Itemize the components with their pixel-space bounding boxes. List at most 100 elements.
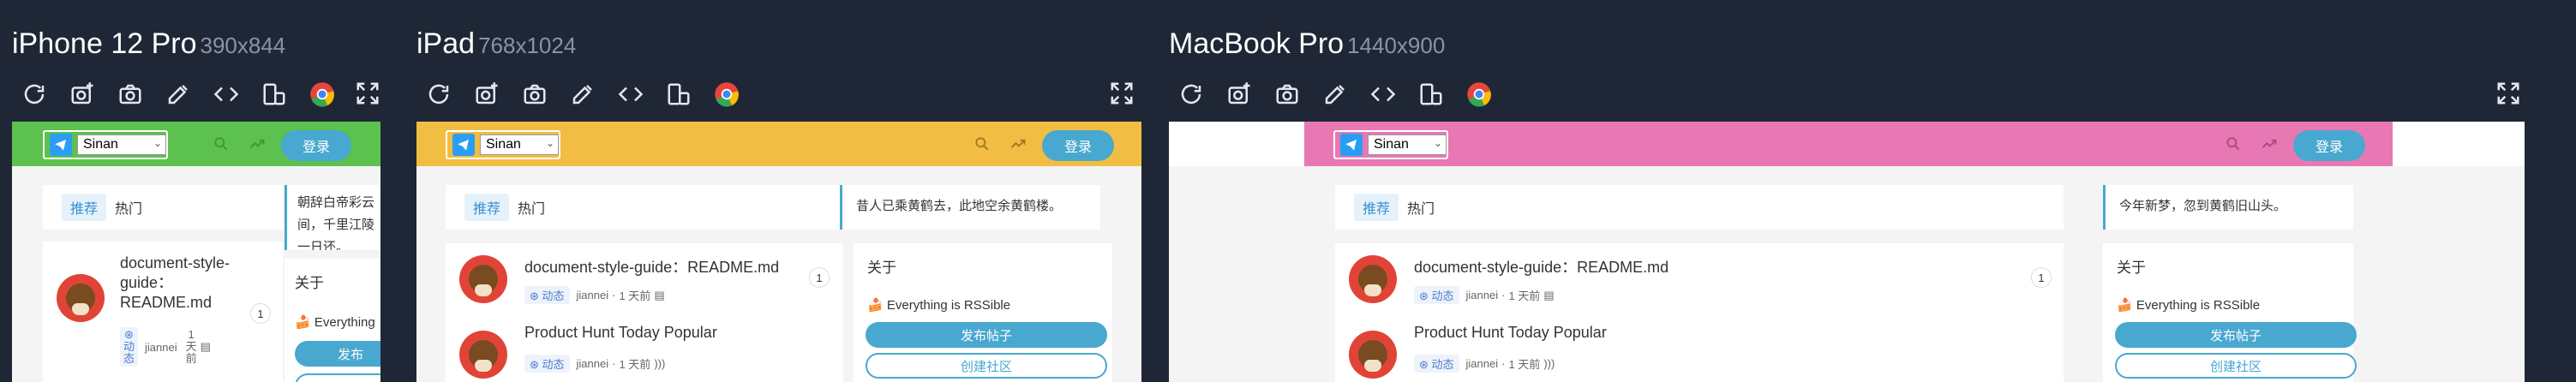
rotate-device-icon[interactable] bbox=[1417, 81, 1445, 108]
post-author[interactable]: jiannei bbox=[577, 289, 609, 301]
device-title: iPad 768x1024 bbox=[416, 27, 576, 61]
eyedropper-icon[interactable] bbox=[1321, 81, 1349, 108]
device-size: 390x844 bbox=[200, 33, 286, 58]
device-name: iPhone 12 Pro bbox=[12, 27, 197, 60]
list-item[interactable]: document-style-guide：README.md 1 ⊛ 动态 ji… bbox=[446, 243, 843, 319]
search-icon[interactable] bbox=[973, 135, 992, 154]
create-community-button[interactable]: 创建社区 bbox=[866, 353, 1107, 379]
quote-text: 朝辞白帝彩云间，千里江陵一日还。 bbox=[297, 195, 375, 250]
quote-box: 昔人已乘黄鹤去，此地空余黄鹤楼。 bbox=[840, 185, 1100, 230]
ipad-viewport: Sinan ⌄ 登录 推荐 热门 昔人已乘黄鹤去，此地空余黄鹤楼。 documen… bbox=[416, 122, 1141, 382]
fullscreen-icon[interactable] bbox=[355, 81, 382, 108]
screenshot-plus-icon[interactable] bbox=[473, 81, 500, 108]
post-time: 1 天前 bbox=[1508, 358, 1541, 371]
tab-bar: 推荐 热门 bbox=[1335, 185, 2064, 230]
trending-icon[interactable] bbox=[1009, 135, 1028, 154]
tag-chip[interactable]: ⊛ 动态 bbox=[524, 355, 570, 373]
tab-recommended[interactable]: 推荐 bbox=[62, 194, 107, 221]
reload-icon[interactable] bbox=[21, 81, 48, 108]
trending-icon[interactable] bbox=[2261, 135, 2279, 154]
list-item[interactable]: Product Hunt Today Popular ⊛ 动态 jiannei … bbox=[1335, 319, 2064, 382]
device-name: iPad bbox=[416, 27, 476, 60]
login-button[interactable]: 登录 bbox=[2293, 130, 2365, 161]
create-community-button[interactable] bbox=[295, 373, 380, 382]
publish-button[interactable]: 发布帖子 bbox=[866, 322, 1107, 348]
fullscreen-icon[interactable] bbox=[2495, 81, 2523, 108]
code-icon[interactable] bbox=[213, 81, 240, 108]
tag-chip[interactable]: ⊛ 动态 bbox=[120, 327, 139, 367]
site-header: Sinan ⌄ 登录 bbox=[12, 122, 380, 166]
post-time: 1 天前 bbox=[619, 289, 651, 302]
publish-button[interactable]: 发布 bbox=[295, 341, 380, 367]
post-author[interactable]: jiannei bbox=[577, 357, 609, 370]
post-title[interactable]: Product Hunt Today Popular bbox=[1414, 324, 1607, 342]
post-title[interactable]: document-style-guide：README.md bbox=[1414, 255, 1668, 278]
about-card: 关于 🍰 Everything is RSSible 发布帖子 创建社区 bbox=[854, 243, 1112, 382]
quote-box: 今年新梦，忽到黄鹤旧山头。 bbox=[2103, 185, 2353, 230]
telegram-icon bbox=[1340, 134, 1363, 156]
tag-chip[interactable]: ⊛ 动态 bbox=[1414, 286, 1459, 304]
about-card: 关于 🍰 Everything 发布 bbox=[285, 259, 380, 382]
macbook-viewport: Sinan ⌄ 登录 推荐 热门 今年新梦，忽到黄鹤旧山头。 document-s… bbox=[1169, 122, 2525, 382]
create-community-button[interactable]: 创建社区 bbox=[2115, 353, 2357, 379]
quote-text: 昔人已乘黄鹤去，此地空余黄鹤楼。 bbox=[856, 199, 1063, 213]
camera-icon[interactable] bbox=[1273, 81, 1301, 108]
screenshot-plus-icon[interactable] bbox=[1225, 81, 1253, 108]
rotate-device-icon[interactable] bbox=[665, 81, 692, 108]
code-icon[interactable] bbox=[617, 81, 644, 108]
screenshot-plus-icon[interactable] bbox=[69, 81, 96, 108]
publish-button[interactable]: 发布帖子 bbox=[2115, 322, 2357, 348]
chrome-icon[interactable] bbox=[713, 81, 740, 108]
comment-count: 1 bbox=[250, 303, 271, 324]
reload-icon[interactable] bbox=[425, 81, 452, 108]
camera-icon[interactable] bbox=[117, 81, 144, 108]
camera-icon[interactable] bbox=[521, 81, 548, 108]
avatar bbox=[1349, 255, 1397, 303]
comment-count: 1 bbox=[2031, 267, 2052, 288]
post-author[interactable]: jiannei bbox=[1466, 357, 1499, 370]
source-select-value: Sinan bbox=[1374, 137, 1409, 152]
post-title[interactable]: Product Hunt Today Popular bbox=[524, 324, 717, 342]
code-icon[interactable] bbox=[1369, 81, 1397, 108]
list-item[interactable]: Product Hunt Today Popular ⊛ 动态 jiannei … bbox=[446, 319, 843, 382]
tab-recommended[interactable]: 推荐 bbox=[1354, 194, 1399, 221]
about-title: 关于 bbox=[295, 275, 324, 291]
trending-icon[interactable] bbox=[249, 135, 267, 154]
fullscreen-icon[interactable] bbox=[1109, 81, 1136, 108]
post-title[interactable]: document-style- guide： README.md bbox=[120, 254, 230, 313]
calendar-icon: ▤ bbox=[1543, 288, 1555, 301]
tab-hot[interactable]: 热门 bbox=[518, 197, 545, 218]
tag-chip[interactable]: ⊛ 动态 bbox=[1414, 355, 1459, 373]
login-button[interactable]: 登录 bbox=[281, 130, 351, 161]
device-size: 768x1024 bbox=[478, 33, 577, 58]
avatar bbox=[459, 255, 507, 303]
comment-count: 1 bbox=[809, 267, 830, 288]
login-button[interactable]: 登录 bbox=[1042, 130, 1114, 161]
quote-text: 今年新梦，忽到黄鹤旧山头。 bbox=[2119, 199, 2287, 213]
about-title: 关于 bbox=[867, 260, 896, 276]
search-icon[interactable] bbox=[213, 135, 231, 154]
source-select[interactable]: Sinan ⌄ bbox=[1333, 130, 1448, 159]
post-title[interactable]: document-style-guide：README.md bbox=[524, 255, 779, 278]
rotate-device-icon[interactable] bbox=[261, 81, 288, 108]
chrome-icon[interactable] bbox=[309, 81, 336, 108]
tab-recommended[interactable]: 推荐 bbox=[464, 194, 510, 221]
quote-box: 朝辞白帝彩云间，千里江陵一日还。 bbox=[285, 185, 380, 250]
eyedropper-icon[interactable] bbox=[165, 81, 192, 108]
reload-icon[interactable] bbox=[1177, 81, 1205, 108]
post-meta: ⊛ 动态 jiannei · 1 天前 ))) bbox=[524, 355, 665, 373]
eyedropper-icon[interactable] bbox=[569, 81, 596, 108]
list-item[interactable]: document-style-guide：README.md 1 ⊛ 动态 ji… bbox=[1335, 243, 2064, 319]
tag-chip[interactable]: ⊛ 动态 bbox=[524, 286, 570, 304]
list-item[interactable]: document-style- guide： README.md 1 ⊛ 动态 j… bbox=[43, 242, 283, 382]
post-author[interactable]: jiannei bbox=[145, 341, 177, 354]
post-author[interactable]: jiannei bbox=[1466, 289, 1499, 301]
source-select[interactable]: Sinan ⌄ bbox=[43, 130, 168, 159]
search-icon[interactable] bbox=[2225, 135, 2244, 154]
chrome-icon[interactable] bbox=[1465, 81, 1493, 108]
tab-hot[interactable]: 热门 bbox=[115, 197, 142, 218]
post-list: document-style- guide： README.md 1 ⊛ 动态 j… bbox=[43, 242, 283, 382]
tab-hot[interactable]: 热门 bbox=[1407, 197, 1435, 218]
source-select[interactable]: Sinan ⌄ bbox=[446, 130, 560, 159]
telegram-icon bbox=[452, 134, 475, 156]
